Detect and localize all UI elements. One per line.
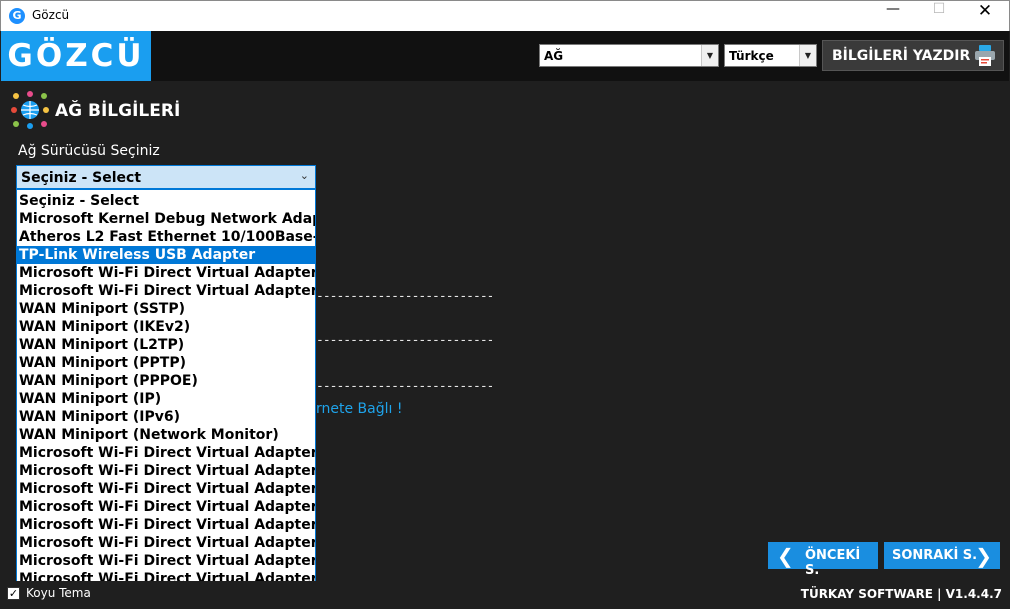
separator-line: ----------------------------------------… bbox=[316, 379, 492, 393]
app-logo: GÖZCÜ bbox=[1, 31, 151, 81]
page-title: AĞ BİLGİLERİ bbox=[55, 101, 181, 121]
printer-icon bbox=[975, 45, 995, 66]
adapter-dropdown-list[interactable]: Seçiniz - Select Microsoft Kernel Debug N… bbox=[16, 189, 316, 588]
language-select-value: Türkçe bbox=[729, 49, 774, 63]
dropdown-option[interactable]: WAN Miniport (Network Monitor) bbox=[17, 426, 315, 444]
print-info-button[interactable]: BİLGİLERİ YAZDIR bbox=[822, 40, 1004, 71]
language-select[interactable]: Türkçe ▼ bbox=[724, 44, 817, 67]
print-info-label: BİLGİLERİ YAZDIR bbox=[832, 48, 971, 64]
close-button[interactable]: ✕ bbox=[962, 1, 1008, 31]
app-icon: G bbox=[9, 8, 25, 24]
adapter-select-label: Ağ Sürücüsü Seçiniz bbox=[18, 143, 160, 159]
dropdown-option[interactable]: WAN Miniport (L2TP) bbox=[17, 336, 315, 354]
adapter-select-value: Seçiniz - Select bbox=[21, 170, 142, 186]
dropdown-option[interactable]: WAN Miniport (IPv6) bbox=[17, 408, 315, 426]
dropdown-option[interactable]: Microsoft Wi-Fi Direct Virtual Adapter bbox=[17, 498, 315, 516]
dropdown-option[interactable]: WAN Miniport (IP) bbox=[17, 390, 315, 408]
next-page-label: SONRAKİ S. bbox=[892, 548, 978, 563]
chevron-down-icon[interactable]: ▼ bbox=[701, 45, 718, 66]
dropdown-option[interactable]: Microsoft Wi-Fi Direct Virtual Adapter #… bbox=[17, 552, 315, 570]
dropdown-option[interactable]: Microsoft Wi-Fi Direct Virtual Adapter bbox=[17, 462, 315, 480]
window-title: Gözcü bbox=[32, 8, 70, 22]
dropdown-option[interactable]: Seçiniz - Select bbox=[17, 192, 315, 210]
app-header: GÖZCÜ AĞ ▼ Türkçe ▼ BİLGİLERİ YAZDIR bbox=[1, 31, 1009, 81]
dropdown-option[interactable]: Microsoft Wi-Fi Direct Virtual Adapter bbox=[17, 264, 315, 282]
dropdown-option[interactable]: Microsoft Wi-Fi Direct Virtual Adapter bbox=[17, 444, 315, 462]
dropdown-option[interactable]: WAN Miniport (IKEv2) bbox=[17, 318, 315, 336]
dropdown-option[interactable]: WAN Miniport (SSTP) bbox=[17, 300, 315, 318]
company-version: TÜRKAY SOFTWARE | V1.4.4.7 bbox=[800, 587, 1002, 601]
separator-line: ----------------------------------------… bbox=[316, 289, 492, 303]
dropdown-option[interactable]: Microsoft Wi-Fi Direct Virtual Adapter bbox=[17, 282, 315, 300]
chevron-right-icon: ❯ bbox=[975, 544, 992, 568]
chevron-down-icon[interactable]: ⌄ bbox=[300, 169, 309, 182]
dropdown-option[interactable]: WAN Miniport (PPTP) bbox=[17, 354, 315, 372]
previous-page-button[interactable]: ❮ ÖNCEKİ S. bbox=[768, 542, 878, 578]
dropdown-option[interactable]: Atheros L2 Fast Ethernet 10/100Base-T Co… bbox=[17, 228, 315, 246]
previous-page-label: ÖNCEKİ S. bbox=[805, 548, 861, 578]
dark-theme-checkbox[interactable]: ✓ bbox=[7, 587, 20, 600]
dropdown-option[interactable]: Microsoft Wi-Fi Direct Virtual Adapter bbox=[17, 516, 315, 534]
chevron-down-icon[interactable]: ▼ bbox=[799, 45, 816, 66]
mode-select[interactable]: AĞ ▼ bbox=[539, 44, 719, 67]
dropdown-option[interactable]: Microsoft Wi-Fi Direct Virtual Adapter bbox=[17, 534, 315, 552]
next-page-button[interactable]: SONRAKİ S. ❯ bbox=[884, 542, 1000, 569]
dropdown-option[interactable]: Microsoft Kernel Debug Network Adapter bbox=[17, 210, 315, 228]
minimize-button[interactable]: — bbox=[870, 1, 916, 31]
chevron-left-icon: ❮ bbox=[777, 544, 794, 568]
dropdown-option[interactable]: WAN Miniport (PPPOE) bbox=[17, 372, 315, 390]
adapter-select[interactable]: Seçiniz - Select ⌄ bbox=[16, 165, 316, 189]
network-icon bbox=[11, 91, 49, 129]
window-title-bar: G Gözcü — ☐ ✕ bbox=[0, 0, 1010, 31]
connection-status: rnete Bağlı ! bbox=[316, 401, 403, 417]
dark-theme-label: Koyu Tema bbox=[26, 586, 91, 600]
dropdown-option[interactable]: TP-Link Wireless USB Adapter bbox=[17, 246, 315, 264]
maximize-button[interactable]: ☐ bbox=[916, 1, 962, 31]
dropdown-option[interactable]: Microsoft Wi-Fi Direct Virtual Adapter bbox=[17, 480, 315, 498]
status-bar: ✓ Koyu Tema TÜRKAY SOFTWARE | V1.4.4.7 bbox=[1, 581, 1009, 608]
mode-select-value: AĞ bbox=[544, 49, 564, 63]
separator-line: ----------------------------------------… bbox=[316, 333, 492, 347]
